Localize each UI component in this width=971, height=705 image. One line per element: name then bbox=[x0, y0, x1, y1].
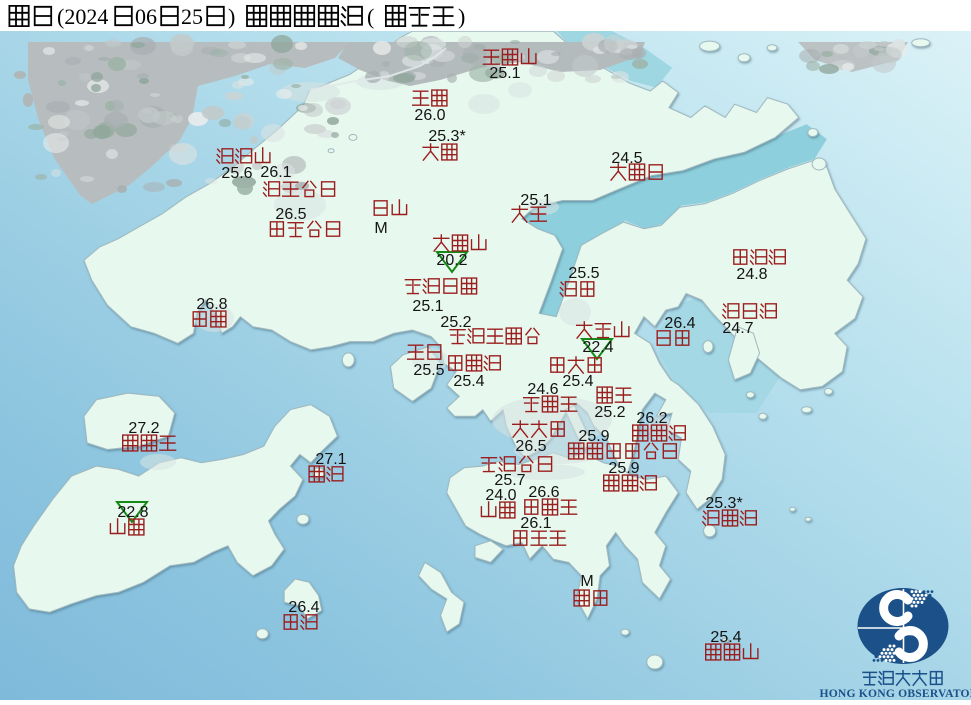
svg-text:24.5: 24.5 bbox=[611, 150, 642, 167]
svg-text:25: 25 bbox=[181, 4, 203, 29]
svg-text:20.2: 20.2 bbox=[436, 252, 467, 269]
svg-text:25.3*: 25.3* bbox=[705, 495, 742, 512]
svg-text:25.4: 25.4 bbox=[710, 629, 741, 646]
svg-text:26.4: 26.4 bbox=[288, 599, 319, 616]
svg-text:24.0: 24.0 bbox=[485, 487, 516, 504]
svg-text:25.3*: 25.3* bbox=[428, 128, 465, 145]
svg-text:26.4: 26.4 bbox=[664, 315, 695, 332]
svg-text:25.1: 25.1 bbox=[489, 65, 520, 82]
svg-text:25.1: 25.1 bbox=[412, 298, 443, 315]
svg-text:24.6: 24.6 bbox=[527, 381, 558, 398]
svg-text:25.9: 25.9 bbox=[608, 460, 639, 477]
svg-text:25.5: 25.5 bbox=[568, 265, 599, 282]
svg-text:22.4: 22.4 bbox=[582, 339, 613, 356]
svg-text:HONG KONG OBSERVATORY: HONG KONG OBSERVATORY bbox=[819, 687, 971, 700]
svg-text:26.8: 26.8 bbox=[196, 296, 227, 313]
svg-text:24.8: 24.8 bbox=[736, 266, 767, 283]
svg-text:25.2: 25.2 bbox=[594, 404, 625, 421]
svg-text:24.7: 24.7 bbox=[722, 320, 753, 337]
svg-text:(: ( bbox=[367, 4, 374, 29]
svg-text:26.5: 26.5 bbox=[275, 206, 306, 223]
svg-text:25.9: 25.9 bbox=[578, 428, 609, 445]
svg-text:26.0: 26.0 bbox=[414, 107, 445, 124]
svg-text:26.6: 26.6 bbox=[528, 484, 559, 501]
svg-text:26.1: 26.1 bbox=[260, 164, 291, 181]
svg-text:25.2: 25.2 bbox=[440, 314, 471, 331]
svg-text:): ) bbox=[228, 4, 235, 29]
svg-text:25.4: 25.4 bbox=[562, 373, 593, 390]
svg-text:(2024: (2024 bbox=[57, 4, 108, 29]
svg-text:27.1: 27.1 bbox=[315, 451, 346, 468]
svg-text:25.6: 25.6 bbox=[221, 165, 252, 182]
svg-text:26.1: 26.1 bbox=[520, 515, 551, 532]
svg-text:25.4: 25.4 bbox=[453, 373, 484, 390]
svg-text:26.2: 26.2 bbox=[636, 410, 667, 427]
svg-text:M: M bbox=[580, 573, 593, 590]
svg-text:): ) bbox=[458, 4, 465, 29]
svg-text:M: M bbox=[374, 220, 387, 237]
svg-text:27.2: 27.2 bbox=[128, 420, 159, 437]
svg-text:06: 06 bbox=[135, 4, 157, 29]
svg-text:22.8: 22.8 bbox=[117, 504, 148, 521]
svg-text:26.5: 26.5 bbox=[515, 438, 546, 455]
svg-text:25.1: 25.1 bbox=[520, 192, 551, 209]
svg-text:25.5: 25.5 bbox=[413, 362, 444, 379]
